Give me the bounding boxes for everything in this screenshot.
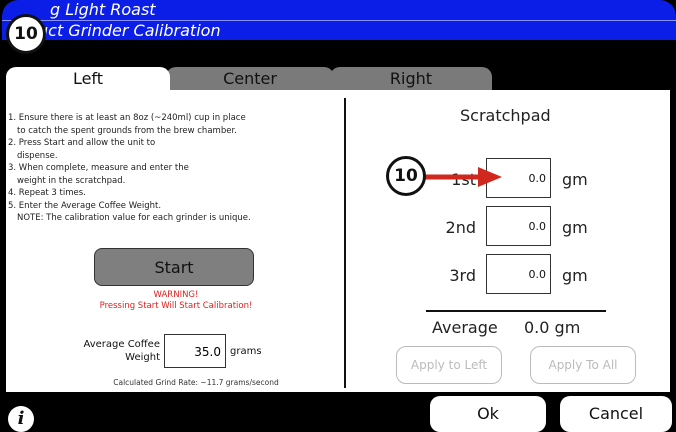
scratch-unit-3rd: gm (562, 266, 588, 285)
instruction-line: NOTE: The calibration value for each gri… (17, 213, 251, 223)
window-subtitle: uct Grinder Calibration (2, 20, 676, 40)
apply-to-all-button[interactable]: Apply To All (530, 346, 636, 384)
scratchpad-title: Scratchpad (460, 106, 551, 125)
average-weight-label-line2: Weight (125, 352, 160, 363)
scratch-unit-2nd: gm (562, 218, 588, 237)
cancel-button[interactable]: Cancel (560, 396, 672, 432)
title-text: g Light Roast (50, 0, 156, 19)
tab-left[interactable]: Left (6, 67, 170, 91)
average-weight-label: Average Coffee Weight (68, 338, 160, 364)
instruction-line: 1. Ensure there is at least an 8oz (~240… (8, 113, 246, 123)
start-warning: WARNING! Pressing Start Will Start Calib… (66, 290, 286, 312)
scratch-unit-1st: gm (562, 170, 588, 189)
callout-badge-scratchpad: 10 (386, 156, 426, 196)
window-title: g Light Roast (2, 0, 676, 20)
tab-center[interactable]: Center (166, 67, 334, 91)
average-weight-unit: grams (230, 346, 262, 357)
grind-rate-text: Calculated Grind Rate: ~11.7 grams/secon… (113, 378, 279, 387)
apply-to-left-button[interactable]: Apply to Left (396, 346, 502, 384)
ok-button[interactable]: Ok (430, 396, 546, 432)
average-weight-label-line1: Average Coffee (83, 339, 160, 350)
instruction-line: 5. Enter the Average Coffee Weight. (8, 200, 162, 211)
callout-arrow-icon (420, 167, 502, 187)
scratch-row-label-3rd: 3rd (449, 266, 476, 285)
start-button[interactable]: Start (94, 248, 254, 286)
warning-title: WARNING! (153, 290, 199, 300)
panel-divider (344, 98, 346, 388)
instruction-line: dispense. (17, 150, 58, 161)
scratch-average-label: Average (432, 318, 498, 337)
scratch-average-value: 0.0 gm (524, 318, 581, 337)
subtitle-text: uct Grinder Calibration (38, 21, 221, 40)
callout-badge-top: 10 (6, 14, 46, 54)
scratch-input-2nd[interactable]: 0.0 (486, 206, 551, 246)
instruction-line: 2. Press Start and allow the unit to (8, 138, 156, 148)
average-rule (426, 310, 606, 312)
instruction-line: weight in the scratchpad. (17, 175, 126, 186)
tab-right[interactable]: Right (330, 67, 492, 91)
instruction-line: 4. Repeat 3 times. (8, 188, 86, 198)
scratch-input-3rd[interactable]: 0.0 (486, 254, 551, 294)
scratch-row-label-2nd: 2nd (445, 218, 476, 237)
warning-text: Pressing Start Will Start Calibration! (99, 301, 253, 311)
info-icon[interactable]: i (8, 406, 34, 432)
instruction-line: to catch the spent grounds from the brew… (17, 125, 237, 136)
average-weight-input[interactable]: 35.0 (164, 334, 226, 368)
instructions: 1. Ensure there is at least an 8oz (~240… (8, 112, 338, 225)
instruction-line: 3. When complete, measure and enter the (8, 163, 189, 173)
